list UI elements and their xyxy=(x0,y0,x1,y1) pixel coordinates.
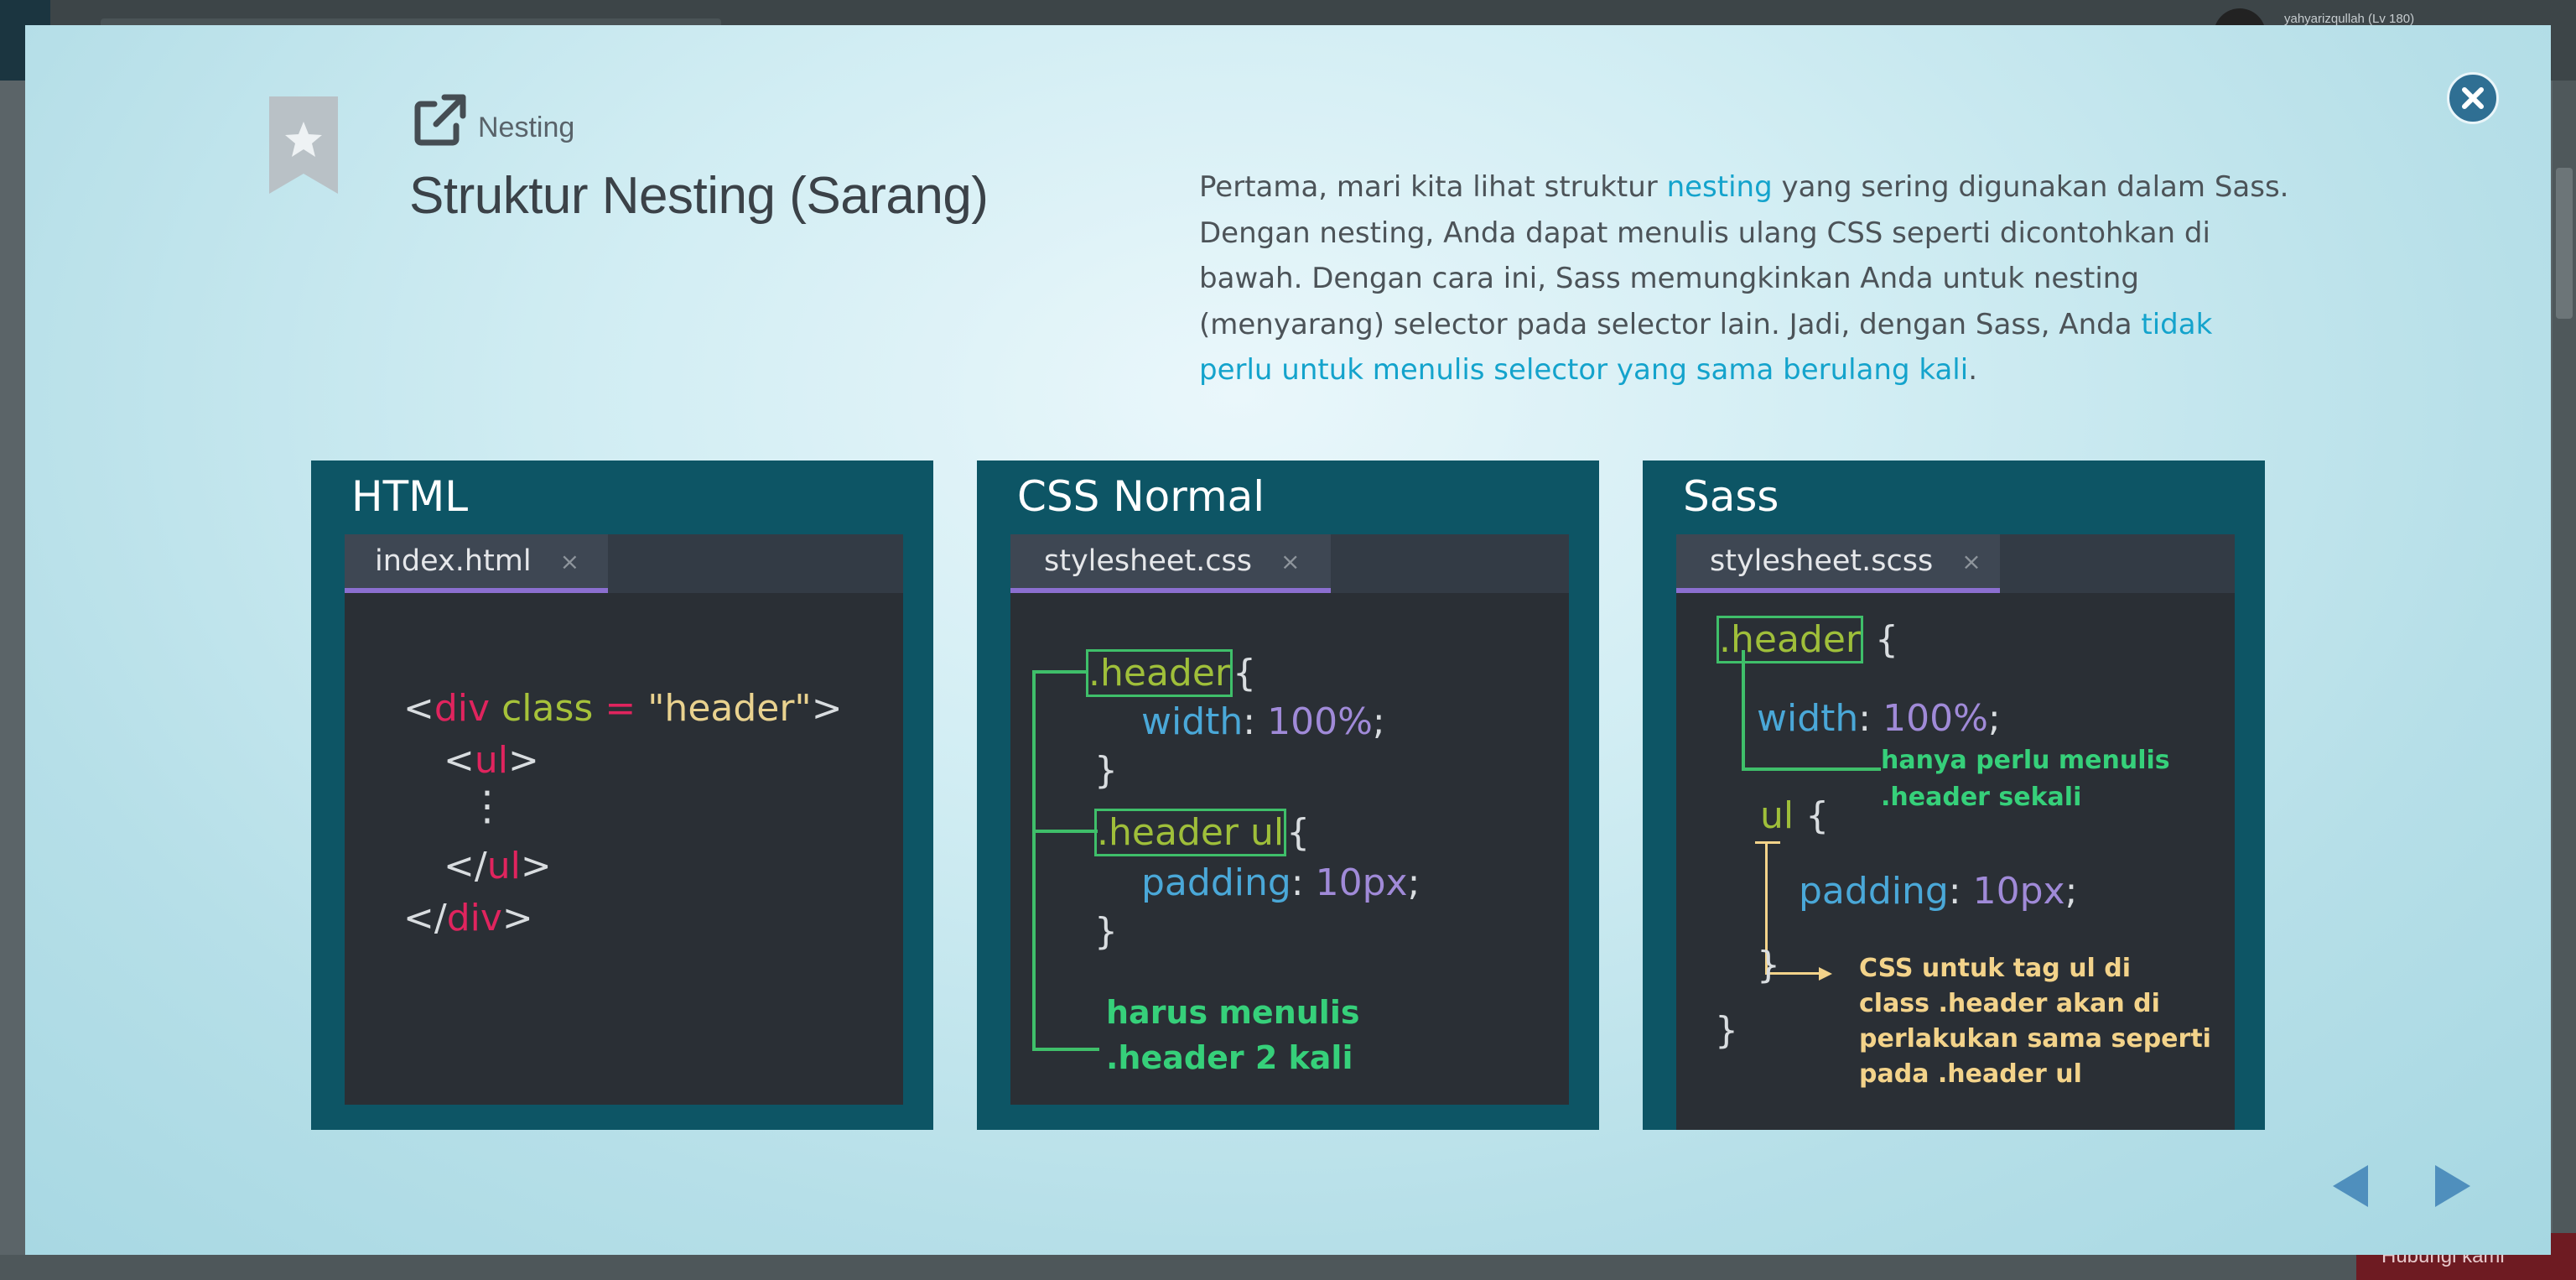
section-header: Nesting xyxy=(411,91,574,149)
description-paragraph: Pertama, mari kita lihat struktur nestin… xyxy=(1199,164,2289,393)
star-bookmark-icon[interactable] xyxy=(267,96,340,194)
css-code-line-6: } xyxy=(1094,910,1118,953)
css-code-line-2: width: 100%; xyxy=(1141,700,1385,743)
section-label: Nesting xyxy=(478,112,575,143)
sass-panel-title: Sass xyxy=(1683,472,1779,521)
background-scrollbar-thumb xyxy=(2556,168,2573,319)
sass-tab-close-icon[interactable]: × xyxy=(1961,548,1981,575)
prev-arrow-icon[interactable] xyxy=(2329,1163,2371,1209)
html-tabbar: index.html × xyxy=(345,534,903,593)
html-code-line-2: <ul> xyxy=(444,739,539,782)
sass-yellow-line-top xyxy=(1755,841,1780,844)
sass-green-note-1: hanya perlu menulis xyxy=(1881,746,2170,775)
html-code-vdots: ⋮ xyxy=(467,783,507,830)
sass-selector-box: .header xyxy=(1716,616,1863,663)
sass-code-line-6: } xyxy=(1715,1009,1738,1052)
css-tab-label: stylesheet.css xyxy=(1044,544,1252,578)
sass-green-line-horizontal xyxy=(1742,767,1881,771)
close-button[interactable] xyxy=(2447,72,2499,124)
css-bracket-line xyxy=(1032,670,1036,1049)
html-panel-title: HTML xyxy=(351,472,469,521)
html-panel: HTML index.html × <div class = "header">… xyxy=(311,460,933,1130)
css-code-line-1: .header{ xyxy=(1086,649,1256,697)
html-code-line-4: </div> xyxy=(403,897,533,939)
css-code-line-5: padding: 10px; xyxy=(1141,861,1420,904)
background-username: yahyarizqullah (Lv 180) xyxy=(2284,12,2415,26)
css-tab-close-icon[interactable]: × xyxy=(1280,548,1300,575)
sass-file-tab[interactable]: stylesheet.scss × xyxy=(1676,534,2000,593)
sass-green-line-vertical xyxy=(1742,650,1745,769)
sass-code-line-2: width: 100%; xyxy=(1757,697,2001,740)
css-code-line-4: .header ul{ xyxy=(1094,809,1310,856)
sass-panel: Sass stylesheet.scss × .header { width: … xyxy=(1643,460,2265,1130)
css-file-tab[interactable]: stylesheet.css × xyxy=(1010,534,1331,593)
background-bottom-bar xyxy=(0,1255,2576,1280)
sass-yellow-note-1: CSS untuk tag ul di xyxy=(1859,954,2132,983)
css-bracket-bottom xyxy=(1032,1048,1099,1051)
html-editor: index.html × <div class = "header"> <ul>… xyxy=(345,534,903,1105)
css-note-line-1: harus menulis xyxy=(1106,994,1360,1031)
sass-green-note-2: .header sekali xyxy=(1881,783,2082,812)
html-code-line-1: <div class = "header"> xyxy=(403,687,843,730)
css-editor: stylesheet.css × .header{ width: 100%; }… xyxy=(1010,534,1569,1105)
page-title: Struktur Nesting (Sarang) xyxy=(409,167,989,225)
next-arrow-icon[interactable] xyxy=(2432,1163,2474,1209)
sass-code-line-4: padding: 10px; xyxy=(1799,870,2078,913)
sass-tab-label: stylesheet.scss xyxy=(1710,544,1934,578)
sass-yellow-note-4: pada .header ul xyxy=(1859,1059,2082,1089)
css-bracket-mid xyxy=(1032,830,1098,833)
css-tabbar: stylesheet.css × xyxy=(1010,534,1569,593)
description-highlight-nesting: nesting xyxy=(1666,170,1773,204)
sass-code-line-3: ul { xyxy=(1760,794,1830,837)
html-tab-label: index.html xyxy=(375,544,532,578)
external-link-icon[interactable] xyxy=(411,91,470,149)
close-circle-icon xyxy=(2462,87,2484,109)
css-bracket-top xyxy=(1032,670,1088,674)
sass-yellow-note-3: perlakukan sama seperti xyxy=(1859,1024,2211,1054)
description-text-3: . xyxy=(1968,353,1977,387)
css-panel-title: CSS Normal xyxy=(1017,472,1265,521)
html-tab-close-icon[interactable]: × xyxy=(560,548,579,575)
sass-yellow-note-2: class .header akan di xyxy=(1859,989,2160,1018)
lesson-modal: Nesting Struktur Nesting (Sarang) Pertam… xyxy=(25,25,2551,1255)
css-note-line-2: .header 2 kali xyxy=(1106,1039,1353,1076)
sass-code-line-5: } xyxy=(1757,944,1780,986)
css-panel: CSS Normal stylesheet.css × .header{ wid… xyxy=(977,460,1599,1130)
sass-editor: stylesheet.scss × .header { width: 100%;… xyxy=(1676,534,2235,1130)
css-selector-box-1: .header xyxy=(1086,649,1233,697)
html-file-tab[interactable]: index.html × xyxy=(345,534,608,593)
sass-code-line-1: .header { xyxy=(1716,616,1898,663)
sass-yellow-arrow-head xyxy=(1819,967,1832,981)
html-code-line-3: </ul> xyxy=(444,845,552,887)
css-selector-box-2: .header ul xyxy=(1094,809,1287,856)
description-text-1: Pertama, mari kita lihat struktur xyxy=(1199,170,1667,204)
css-code-line-3: } xyxy=(1094,749,1118,792)
sass-tabbar: stylesheet.scss × xyxy=(1676,534,2235,593)
